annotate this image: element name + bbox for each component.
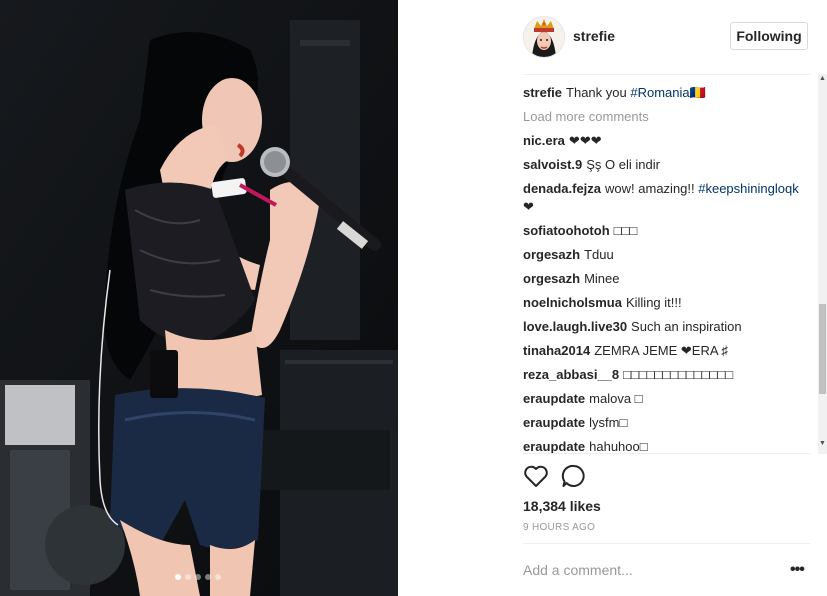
concert-photo-image xyxy=(0,0,398,596)
post-header: strefie Following xyxy=(398,0,827,74)
list-item: love.laugh.live30 Such an inspiration xyxy=(523,318,810,336)
comment-username[interactable]: nic.era xyxy=(523,133,565,148)
comment-username[interactable]: eraupdate xyxy=(523,439,585,454)
comment-text: Minee xyxy=(584,271,620,286)
list-item: nic.era ❤❤❤ xyxy=(523,132,810,150)
comments-scrollbar[interactable]: ▲ ▼ xyxy=(818,74,827,454)
comment-text: □□□ xyxy=(613,223,638,238)
comment-username[interactable]: salvoist.9 xyxy=(523,157,582,172)
carousel-dot[interactable] xyxy=(195,574,201,580)
post-photo[interactable] xyxy=(0,0,398,596)
list-item: sofiatoohotoh □□□ xyxy=(523,222,810,240)
scroll-down-arrow-icon[interactable]: ▼ xyxy=(819,440,826,447)
comment-username[interactable]: sofiatoohotoh xyxy=(523,223,610,238)
list-item: denada.fejza wow! amazing!! #keepshiningl… xyxy=(523,180,810,216)
likes-count[interactable]: 18,384 likes xyxy=(523,498,601,514)
list-item: noelnicholsmua Killing it!!! xyxy=(523,294,810,312)
post-timestamp: 9 HOURS AGO xyxy=(523,522,596,533)
header-divider xyxy=(523,74,810,75)
list-item: orgesazh Tduu xyxy=(523,246,810,264)
comment-username[interactable]: love.laugh.live30 xyxy=(523,319,627,334)
caption-text: Thank you xyxy=(566,85,631,100)
comment-text: wow! amazing!! xyxy=(605,181,699,196)
comment-suffix: ❤ xyxy=(523,199,534,214)
list-item: reza_abbasi__8 □□□□□□□□□□□□□□ xyxy=(523,366,810,384)
carousel-dot[interactable] xyxy=(175,574,181,580)
comment-username[interactable]: denada.fejza xyxy=(523,181,601,196)
add-comment-input[interactable] xyxy=(523,560,773,580)
list-item: eraupdate lysfm□ xyxy=(523,414,810,432)
crowned-avatar-icon[interactable] xyxy=(523,16,565,58)
comment-username[interactable]: orgesazh xyxy=(523,271,580,286)
comment-text: □□□□□□□□□□□□□□ xyxy=(623,367,734,382)
comment-text: ZEMRA JEME ❤ERA ♯ xyxy=(594,343,728,358)
caption-username[interactable]: strefie xyxy=(523,85,562,100)
comment-text: Such an inspiration xyxy=(631,319,742,334)
comment-bubble-icon[interactable] xyxy=(560,462,588,490)
comment-username[interactable]: eraupdate xyxy=(523,391,585,406)
comment-text: Killing it!!! xyxy=(625,295,682,310)
comment-text: Şş O eli indir xyxy=(586,157,660,172)
list-item: salvoist.9 Şş O eli indir xyxy=(523,156,810,174)
comment-username[interactable]: reza_abbasi__8 xyxy=(523,367,619,382)
carousel-indicator xyxy=(175,574,221,580)
post-details-panel: strefie Following strefie Thank you #Roma… xyxy=(398,0,827,596)
scroll-up-arrow-icon[interactable]: ▲ xyxy=(819,75,826,82)
comment-username[interactable]: tinaha2014 xyxy=(523,343,590,358)
list-item: eraupdate malova □ xyxy=(523,390,810,408)
caption-hashtag[interactable]: #Romania🇷🇴 xyxy=(630,85,705,100)
comment-text: hahuhoo□ xyxy=(589,439,648,454)
comment-text: Tduu xyxy=(584,247,614,262)
carousel-dot[interactable] xyxy=(185,574,191,580)
following-button[interactable]: Following xyxy=(730,22,808,50)
comment-username[interactable]: eraupdate xyxy=(523,415,585,430)
scrollbar-thumb[interactable] xyxy=(819,304,826,394)
comment-username[interactable]: noelnicholsmua xyxy=(523,295,622,310)
comment-text: lysfm□ xyxy=(589,415,628,430)
comment-username[interactable]: orgesazh xyxy=(523,247,580,262)
comment-input-divider xyxy=(523,543,810,544)
comments-list[interactable]: strefie Thank you #Romania🇷🇴 Load more co… xyxy=(523,84,810,454)
list-item: eraupdate hahuhoo□ xyxy=(523,438,810,454)
load-more-comments-link[interactable]: Load more comments xyxy=(523,108,810,126)
list-item: orgesazh Minee xyxy=(523,270,810,288)
comment-hashtag[interactable]: #keepshiningloqk xyxy=(698,181,798,196)
carousel-dot[interactable] xyxy=(205,574,211,580)
comment-text: malova □ xyxy=(589,391,643,406)
heart-icon[interactable] xyxy=(522,462,550,490)
list-item: tinaha2014 ZEMRA JEME ❤ERA ♯ xyxy=(523,342,810,360)
actions-divider xyxy=(523,453,810,454)
post-username[interactable]: strefie xyxy=(573,28,615,44)
more-options-icon[interactable]: ••• xyxy=(790,561,805,579)
carousel-dot[interactable] xyxy=(215,574,221,580)
comment-text: ❤❤❤ xyxy=(568,133,602,148)
post-caption: strefie Thank you #Romania🇷🇴 xyxy=(523,84,810,102)
